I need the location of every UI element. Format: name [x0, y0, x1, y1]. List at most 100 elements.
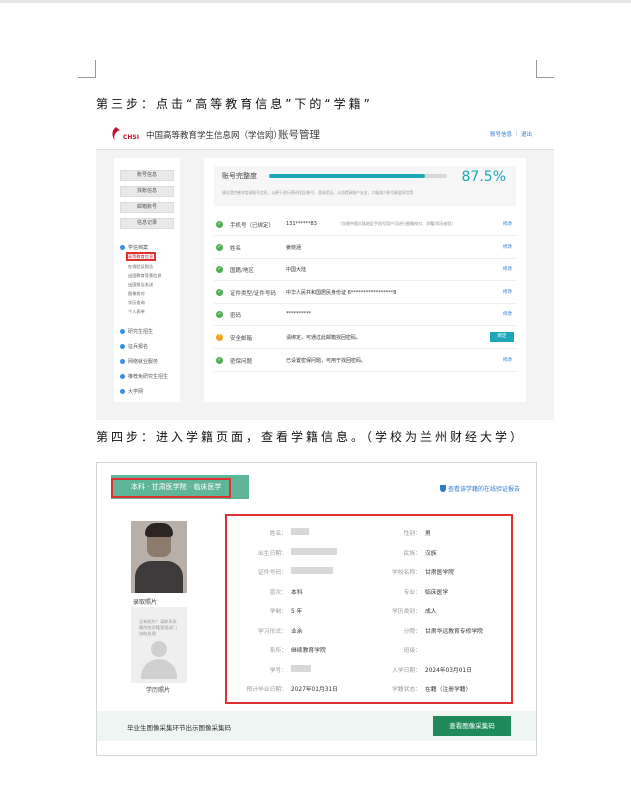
bind-button[interactable]: 绑定	[490, 332, 514, 342]
view-image-code-button[interactable]: 查看图像采集码	[433, 716, 511, 736]
sidebar-item-personal-form[interactable]: 个人表单	[128, 309, 145, 315]
admission-photo	[131, 521, 187, 593]
completeness-box: 账号完整度 87.5% 建议您完善学信网账号信息，以便于进行密码找回/账号、登录…	[214, 166, 516, 206]
edit-link[interactable]: 修改	[503, 311, 512, 317]
field-value: 甘肃医学院	[425, 570, 454, 576]
field-value	[291, 547, 337, 555]
account-row: ✓ 国籍/地区 中国大陆 修改	[214, 259, 516, 282]
sidebar-item-abroad-report[interactable]: 出国报告发送	[128, 282, 153, 288]
field-label: 入学日期：	[392, 667, 421, 674]
status-info-box: 姓名： 性别： 男出生日期： 民族： 汉族 证件号码： 学校名称： 甘肃医学院 层次： 本科 专业：…	[225, 514, 513, 704]
field-value: 男	[425, 531, 431, 537]
completeness-bar	[269, 174, 447, 178]
side-button-account-info[interactable]: 账号信息	[120, 170, 174, 181]
field-value	[291, 528, 309, 535]
sidebar-section-university[interactable]: 大学网	[120, 388, 143, 395]
edit-link[interactable]: 修改	[503, 266, 512, 272]
field-label: 姓名：	[269, 531, 287, 537]
verify-report-link[interactable]: 查看该学籍的在线验证报告	[439, 484, 520, 493]
degree-photo-placeholder: 没有照片？请联系采集院校学籍管理部门协助处理	[131, 607, 187, 683]
sidebar-item-abroad-info[interactable]: 出国教育背景信息	[128, 273, 162, 279]
field-value: 甘肃华远教育专修学院	[425, 628, 483, 635]
side-button-records[interactable]: 信息记录	[120, 218, 174, 229]
field-label: 学号：	[269, 667, 287, 674]
field-label: 分院：	[403, 628, 421, 635]
field-value: 2027年01月31日	[291, 687, 338, 693]
warning-icon: !	[216, 334, 223, 341]
edit-link[interactable]: 修改	[503, 289, 512, 295]
account-row-value: 中国大陆	[286, 267, 307, 274]
sidebar-section-grad-admission[interactable]: 研究生招生	[120, 328, 153, 335]
account-row: ✓ 密码 ********** 修改	[214, 304, 516, 327]
account-row-value: 已设置密保问题，可用于找回密码。	[286, 357, 367, 364]
admission-photo-caption: 录取照片	[133, 599, 158, 606]
redacted-value	[291, 567, 333, 574]
field-label: 学籍状态：	[392, 687, 421, 693]
account-row-label: 安全邮箱	[230, 336, 253, 342]
account-row: ✓ 姓名 姜晓涵 修改	[214, 237, 516, 259]
sidebar-item-degree-query[interactable]: 学历查询	[128, 300, 145, 306]
avatar-body-icon	[141, 659, 177, 679]
field-label: 证件号码：	[258, 570, 287, 576]
sidebar-section-archive[interactable]: 学信档案	[120, 244, 148, 251]
field-value: 业余	[291, 628, 303, 635]
account-main-panel: 账号完整度 87.5% 建议您完善学信网账号信息，以便于进行密码找回/账号、登录…	[204, 158, 526, 402]
redacted-value	[291, 547, 337, 555]
field-label: 班级：	[403, 648, 421, 654]
account-sidebar: 账号信息 找账信息 邮箱账号 信息记录 学信档案 高等教育信息 在线验证报告 出…	[114, 158, 180, 402]
account-row: ✓ 密保问题 已设置密保问题，可用于找回密码。 修改	[214, 350, 516, 372]
page-title: 账号管理	[278, 129, 320, 141]
account-row-value: **********	[286, 311, 311, 318]
page-top-rule	[0, 0, 631, 3]
degree-photo-caption: 学历照片	[146, 687, 171, 694]
check-icon: ✓	[216, 243, 223, 251]
chsi-logo-icon	[112, 127, 120, 141]
field-value: 成人	[425, 609, 437, 615]
account-row-value: 请绑定，可通过此邮箱找回密码。	[286, 335, 362, 341]
edit-link[interactable]: 修改	[503, 221, 512, 227]
highlight-box-status-tab	[111, 478, 231, 498]
sidebar-item-online-report[interactable]: 在线验证报告	[128, 264, 153, 270]
account-row-value: 131******83	[286, 221, 317, 227]
account-row-label: 姓名	[230, 245, 242, 252]
field-value: 2024年03月01日	[425, 667, 472, 674]
account-row: ! 安全邮箱 请绑定，可通过此邮箱找回密码。 绑定	[214, 327, 516, 349]
sidebar-section-recommend[interactable]: 推荐免研究生招生	[120, 373, 168, 380]
field-label: 层次：	[269, 589, 287, 596]
shield-icon	[439, 485, 446, 492]
account-management-screenshot: CHSI 中国高等教育学生信息网（学信网） 账号管理 账号信息 ｜ 退出 账号信…	[96, 118, 554, 420]
side-button-email[interactable]: 邮箱账号	[120, 202, 174, 213]
highlight-box-higher-education	[126, 252, 156, 261]
account-row-label: 国籍/地区	[230, 268, 254, 275]
field-value: 继续教育学院	[291, 648, 326, 654]
page-corner-mark-left	[78, 60, 96, 78]
site-name[interactable]: 中国高等教育学生信息网（学信网）	[146, 129, 282, 141]
briefcase-icon	[120, 359, 125, 364]
field-label: 学历类别：	[392, 609, 421, 615]
sidebar-section-enlistment[interactable]: 征兵报名	[120, 343, 148, 350]
image-code-hint: 毕业生图像采集环节出示图像采集码	[127, 724, 231, 732]
header-links[interactable]: 账号信息 ｜ 退出	[490, 130, 532, 138]
completeness-bar-fill	[269, 174, 425, 178]
field-label: 学习形式：	[258, 628, 287, 635]
edit-link[interactable]: 修改	[503, 244, 512, 250]
sidebar-item-image-check[interactable]: 图像校对	[128, 291, 145, 297]
edit-link[interactable]: 修改	[503, 357, 512, 363]
sidebar-section-employment[interactable]: 网络就业服务	[120, 358, 158, 365]
redacted-value	[291, 664, 311, 672]
step-3-instruction: 第三步：点击“高等教育信息”下的“学籍”	[96, 97, 373, 111]
side-button-find-info[interactable]: 找账信息	[120, 186, 174, 197]
people-icon	[120, 374, 125, 379]
check-icon: ✓	[216, 221, 223, 228]
field-value	[291, 664, 311, 672]
field-value	[291, 567, 333, 574]
completeness-note: 建议您完善学信网账号信息，以便于进行密码找回/账号、登录验证。从而提高账户安全，…	[222, 190, 414, 195]
check-icon: ✓	[216, 356, 223, 364]
redacted-value	[291, 528, 309, 535]
building-icon	[120, 389, 125, 394]
field-value: 汉族	[425, 550, 437, 557]
account-row-note: （仅限中国大陆地区手机号用户可进行图像校对、学籍/学历核验）	[338, 221, 456, 226]
field-label: 性别：	[403, 531, 421, 537]
page-corner-mark-right	[536, 60, 554, 78]
account-row: ✓ 手机号（已绑定） 131******83 （仅限中国大陆地区手机号用户可进行图像校…	[214, 214, 516, 236]
